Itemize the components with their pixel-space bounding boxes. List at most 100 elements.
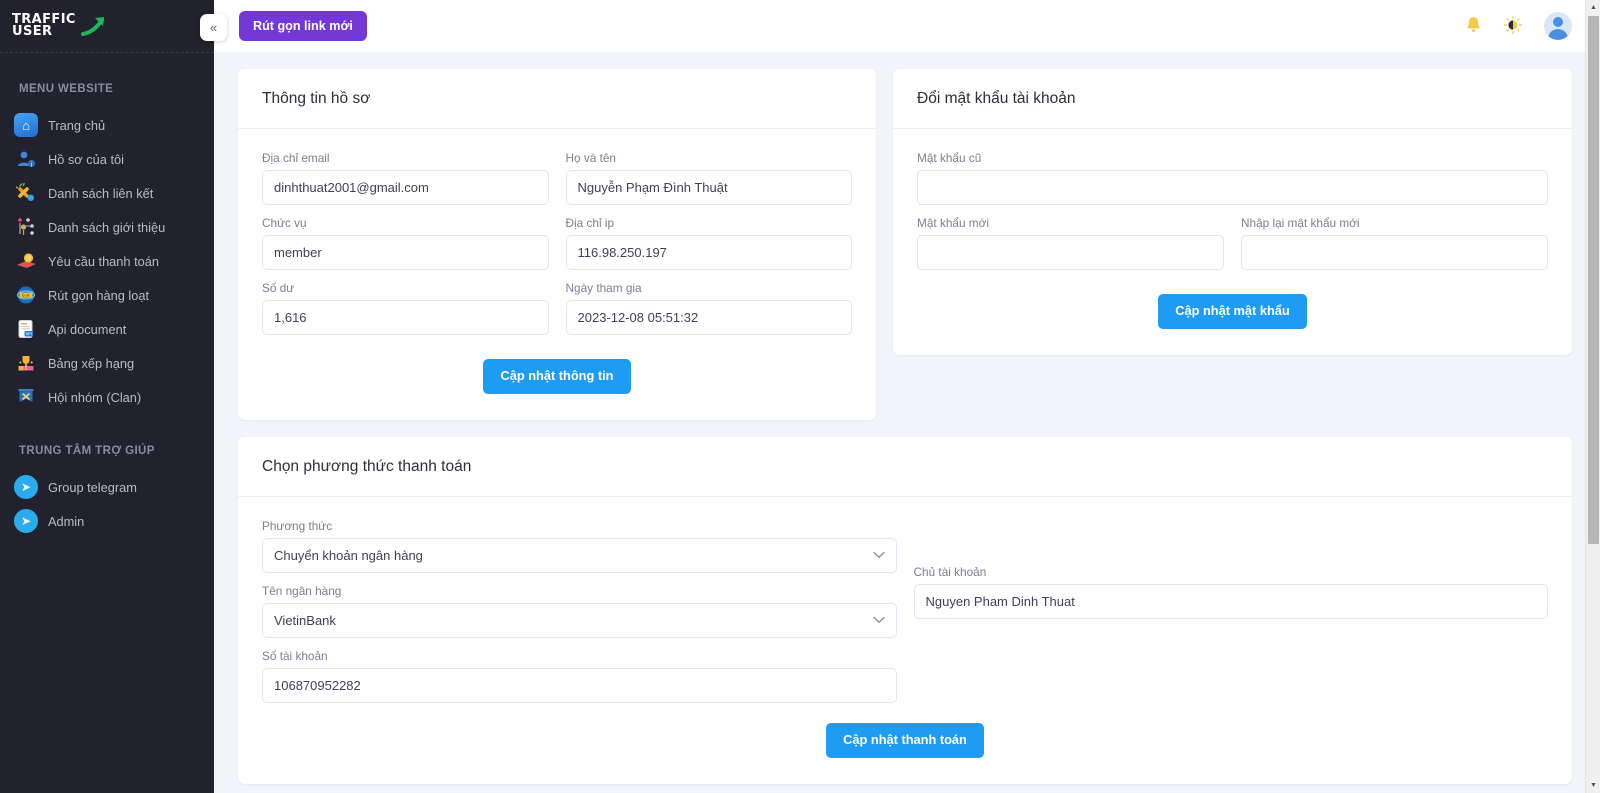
role-label: Chức vụ <box>262 216 307 230</box>
sidebar-item-bang-xep-hang[interactable]: 1 Bảng xếp hạng <box>0 346 214 380</box>
confirm-password-input[interactable] <box>1241 235 1548 270</box>
telegram-icon: ➤ <box>14 475 38 499</box>
account-number-input[interactable] <box>262 667 897 703</box>
svg-text:API: API <box>26 331 32 336</box>
account-owner-label: Chủ tài khoản <box>913 564 987 579</box>
fullname-input[interactable] <box>565 170 852 205</box>
money-hand-icon <box>14 249 38 273</box>
sidebar-collapse-button[interactable]: « <box>200 14 227 41</box>
svg-text:1: 1 <box>25 366 28 371</box>
user-avatar[interactable] <box>1544 12 1572 40</box>
sidebar-item-label: Api document <box>48 321 127 337</box>
clan-banner-icon <box>14 385 38 409</box>
field-account-number: Số tài khoản <box>262 649 897 703</box>
ip-label: Địa chỉ ip <box>565 216 615 230</box>
field-bank-name: Tên ngân hàng VietinBank <box>262 584 897 638</box>
bank-name-value: VietinBank <box>274 612 336 628</box>
new-password-input[interactable] <box>917 235 1224 270</box>
top-cards-row: Thông tin hồ sơ Địa chỉ email Chức vụ <box>238 69 1572 420</box>
fullname-label: Họ và tên <box>565 151 617 165</box>
scroll-down-arrow-icon[interactable]: ▼ <box>1586 778 1600 793</box>
sidebar-section-title: MENU WEBSITE <box>19 83 114 95</box>
home-icon: ⌂ <box>14 113 38 137</box>
field-account-owner: Chủ tài khoản <box>913 564 1548 619</box>
scrollbar-thumb[interactable] <box>1588 16 1599 544</box>
profile-card-title: Thông tin hồ sơ <box>262 90 371 107</box>
brand-logo[interactable]: TRAFFIC USER <box>0 0 214 52</box>
balance-input[interactable] <box>262 300 549 335</box>
theme-toggle-icon[interactable] <box>1504 15 1522 37</box>
bulk-shorten-icon: bulk <box>14 283 38 307</box>
scroll-up-arrow-icon[interactable]: ▲ <box>1586 0 1600 15</box>
field-role: Chức vụ <box>262 216 549 270</box>
sidebar-item-danh-sach-lien-ket[interactable]: Danh sách liên kết <box>0 176 214 210</box>
old-password-label: Mật khẩu cũ <box>917 151 982 165</box>
update-password-button[interactable]: Cập nhật mật khẩu <box>1158 294 1307 329</box>
app-root: TRAFFIC USER MENU WEBSITE ⌂ Trang chủ i … <box>0 0 1600 793</box>
growth-arrow-icon <box>80 15 107 42</box>
brand-line-2: USER <box>12 24 53 39</box>
sidebar-item-group-telegram[interactable]: ➤ Group telegram <box>0 470 214 504</box>
sidebar-item-rut-gon-hang-loat[interactable]: bulk Rút gọn hàng loạt <box>0 278 214 312</box>
trophy-podium-icon: 1 <box>14 351 38 375</box>
payment-card-title: Chọn phương thức thanh toán <box>262 457 472 475</box>
sidebar: TRAFFIC USER MENU WEBSITE ⌂ Trang chủ i … <box>0 0 214 793</box>
password-card-header: Đổi mật khẩu tài khoản <box>893 69 1572 129</box>
telegram-icon: ➤ <box>14 509 38 533</box>
sidebar-item-hoi-nhom-clan[interactable]: Hội nhóm (Clan) <box>0 380 214 414</box>
joindate-input[interactable] <box>565 300 852 335</box>
field-email: Địa chỉ email <box>262 151 549 205</box>
sidebar-divider <box>0 52 214 53</box>
update-payment-button[interactable]: Cập nhật thanh toán <box>826 722 984 758</box>
joindate-label: Ngày tham gia <box>565 281 642 295</box>
sidebar-item-label: Bảng xếp hạng <box>48 355 135 371</box>
sidebar-item-label: Rút gọn hàng loạt <box>48 287 150 303</box>
sidebar-item-ho-so-cua-toi[interactable]: i Hồ sơ của tôi <box>0 142 214 176</box>
top-bar-actions <box>1465 12 1572 40</box>
account-owner-input[interactable] <box>913 583 1548 619</box>
payment-method-select[interactable]: Chuyển khoản ngân hàng <box>262 537 897 573</box>
change-password-card: Đổi mật khẩu tài khoản Mật khẩu cũ Mật k… <box>893 69 1572 355</box>
sidebar-section-menu-website: MENU WEBSITE ⌂ Trang chủ i Hồ sơ của tôi <box>0 83 214 414</box>
svg-text:bulk: bulk <box>22 294 31 298</box>
balance-label: Số dư <box>262 281 295 295</box>
payment-method-card: Chọn phương thức thanh toán Phương thức … <box>238 436 1572 784</box>
page-scrollbar[interactable]: ▲ ▼ <box>1585 0 1600 793</box>
email-input[interactable] <box>262 170 549 205</box>
sidebar-section-title: TRUNG TÂM TRỢ GIÚP <box>19 445 155 457</box>
sidebar-item-yeu-cau-thanh-toan[interactable]: Yêu cầu thanh toán <box>0 244 214 278</box>
sidebar-item-label: Danh sách liên kết <box>48 185 154 201</box>
link-chain-icon <box>14 181 38 205</box>
sidebar-item-danh-sach-gioi-thieu[interactable]: Danh sách giới thiệu <box>0 210 214 244</box>
ip-input[interactable] <box>565 235 852 270</box>
bank-name-label: Tên ngân hàng <box>262 583 342 598</box>
new-password-label: Mật khẩu mới <box>917 216 989 230</box>
sidebar-item-label: Admin <box>48 513 85 529</box>
bank-name-select[interactable]: VietinBank <box>262 602 897 638</box>
payment-method-label: Phương thức <box>262 518 333 533</box>
field-old-password: Mật khẩu cũ <box>917 151 1548 205</box>
payment-card-header: Chọn phương thức thanh toán <box>238 437 1572 497</box>
profile-info-card: Thông tin hồ sơ Địa chỉ email Chức vụ <box>238 69 876 420</box>
role-input[interactable] <box>262 235 549 270</box>
main-area: Rút gọn link mới Thông tin hồ sơ Địa chỉ… <box>214 0 1600 793</box>
sidebar-item-label: Danh sách giới thiệu <box>48 219 166 235</box>
notification-bell-icon[interactable] <box>1465 16 1482 37</box>
page-content: Thông tin hồ sơ Địa chỉ email Chức vụ <box>214 52 1600 793</box>
confirm-password-label: Nhập lại mật khẩu mới <box>1241 216 1360 230</box>
payment-method-value: Chuyển khoản ngân hàng <box>274 547 423 563</box>
sidebar-item-api-document[interactable]: API Api document <box>0 312 214 346</box>
field-ip: Địa chỉ ip <box>565 216 852 270</box>
update-profile-button[interactable]: Cập nhật thông tin <box>483 359 631 394</box>
old-password-input[interactable] <box>917 170 1548 205</box>
password-card-title: Đổi mật khẩu tài khoản <box>917 90 1076 107</box>
sidebar-item-label: Hội nhóm (Clan) <box>48 389 142 405</box>
field-new-password: Mật khẩu mới <box>917 216 1224 270</box>
sidebar-item-trang-chu[interactable]: ⌂ Trang chủ <box>0 108 214 142</box>
password-card-body: Mật khẩu cũ Mật khẩu mới Nhập lại mật kh… <box>893 129 1572 355</box>
sidebar-item-admin[interactable]: ➤ Admin <box>0 504 214 538</box>
account-number-label: Số tài khoản <box>262 648 328 663</box>
profile-card-body: Địa chỉ email Chức vụ Số dư <box>238 129 876 420</box>
field-fullname: Họ và tên <box>565 151 852 205</box>
new-short-link-button[interactable]: Rút gọn link mới <box>239 10 367 42</box>
